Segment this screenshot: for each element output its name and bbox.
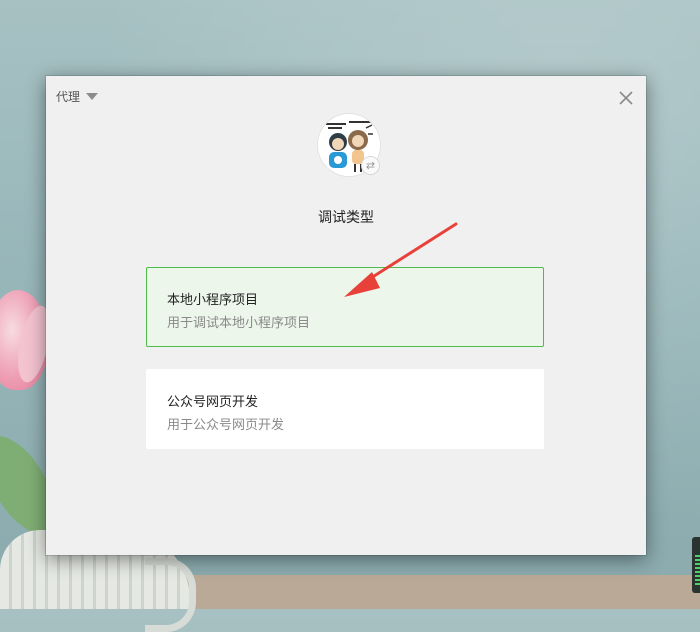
switch-account-icon[interactable]: ⇄ — [361, 156, 380, 175]
option-local-miniprogram[interactable]: 本地小程序项目 用于调试本地小程序项目 — [146, 267, 544, 347]
option-official-account-web[interactable]: 公众号网页开发 用于公众号网页开发 — [146, 369, 544, 449]
desktop-meter-widget[interactable] — [692, 537, 700, 593]
option-description: 用于公众号网页开发 — [167, 418, 285, 433]
option-description: 用于调试本地小程序项目 — [167, 316, 311, 331]
option-title: 本地小程序项目 — [167, 293, 259, 308]
proxy-label: 代理 — [56, 90, 81, 104]
proxy-dropdown[interactable]: 代理 — [56, 88, 99, 105]
close-button[interactable] — [616, 88, 636, 108]
debug-type-dialog: 代理 ⇄ 调试类型 本地小程序项目 用于调试本地小程序项目 公众号网页开发 用于… — [46, 76, 646, 555]
wallpaper-vase-handle — [145, 558, 196, 632]
option-title: 公众号网页开发 — [167, 395, 259, 410]
caret-down-icon — [86, 93, 99, 100]
close-icon — [619, 91, 633, 105]
dialog-title: 调试类型 — [318, 210, 374, 226]
